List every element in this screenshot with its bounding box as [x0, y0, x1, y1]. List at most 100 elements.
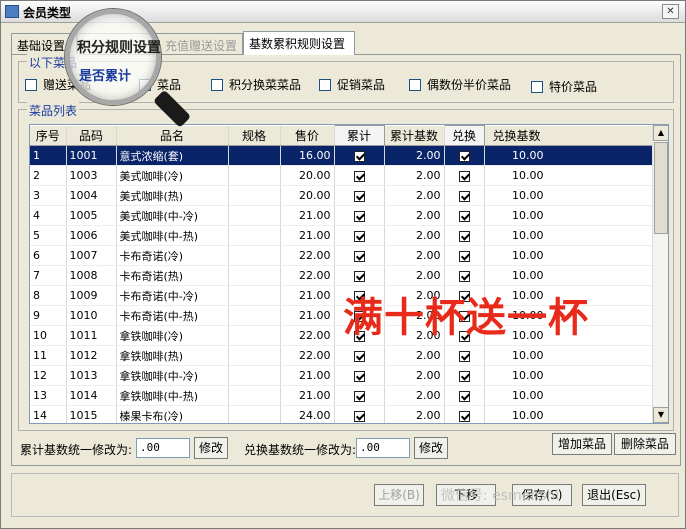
cell-seq: 3	[30, 185, 67, 206]
tab-recharge-gift[interactable]: 充值赠送设置	[77, 33, 243, 54]
checkbox-checked-icon	[458, 170, 470, 182]
cell-name: 卡布奇诺(中-热)	[116, 305, 229, 326]
col-header-exchange[interactable]: 兑换	[443, 125, 485, 146]
cell-exchange-checkbox[interactable]	[444, 345, 485, 366]
cell-accumulate-checkbox[interactable]	[334, 385, 385, 406]
grid-scrollbar[interactable]: ▲ ▼	[652, 125, 668, 423]
cell-accumulate-checkbox[interactable]	[334, 225, 385, 246]
even-half-price-checkbox[interactable]: 偶数份半价菜品	[409, 76, 511, 93]
table-row[interactable]: 7 1008 卡布奇诺(热) 22.00 2.00 10.00	[30, 265, 655, 286]
cell-exchange-checkbox[interactable]	[444, 185, 485, 206]
add-dish-button[interactable]: 增加菜品	[552, 433, 612, 455]
checkbox-checked-icon	[353, 390, 365, 402]
gift-dishes-checkbox[interactable]: 赠送菜品	[25, 76, 91, 93]
dishes-checkbox[interactable]: 菜品	[139, 76, 181, 93]
cell-accumulate-checkbox[interactable]	[334, 365, 385, 386]
cell-seq: 6	[30, 245, 67, 266]
table-row[interactable]: 3 1004 美式咖啡(热) 20.00 2.00 10.00	[30, 185, 655, 206]
checkbox-checked-icon	[353, 210, 365, 222]
filter-group: 以下菜品 赠送菜品 菜品 积分换菜菜品 促销菜品 偶数份半价菜品 特价菜品	[18, 54, 674, 103]
cell-accumulate-checkbox[interactable]	[334, 145, 385, 166]
table-row[interactable]: 2 1003 美式咖啡(冷) 20.00 2.00 10.00	[30, 165, 655, 186]
promo-dishes-checkbox[interactable]: 促销菜品	[319, 76, 385, 93]
move-up-button[interactable]: 上移(B)	[374, 484, 424, 506]
cell-name: 拿铁咖啡(冷)	[116, 325, 229, 346]
col-header-price: 售价	[280, 125, 335, 146]
table-row[interactable]: 5 1006 美式咖啡(中-热) 21.00 2.00 10.00	[30, 225, 655, 246]
acc-base-modify-button[interactable]: 修改	[194, 437, 228, 459]
close-button[interactable]: ✕	[662, 4, 679, 19]
cell-exch-base: 10.00	[484, 165, 655, 186]
cell-exchange-checkbox[interactable]	[444, 365, 485, 386]
checkbox-checked-icon	[458, 370, 470, 382]
cell-code: 1011	[66, 325, 117, 346]
cell-seq: 9	[30, 305, 67, 326]
special-price-checkbox[interactable]: 特价菜品	[531, 78, 597, 95]
scroll-down-icon[interactable]: ▼	[653, 407, 668, 423]
cell-accumulate-checkbox[interactable]	[334, 245, 385, 266]
cell-accumulate-checkbox[interactable]	[334, 265, 385, 286]
cell-accumulate-checkbox[interactable]	[334, 405, 385, 423]
delete-dish-button[interactable]: 删除菜品	[614, 433, 676, 455]
cell-exchange-checkbox[interactable]	[444, 225, 485, 246]
cell-code: 1009	[66, 285, 117, 306]
scroll-thumb[interactable]	[654, 142, 668, 234]
exit-button[interactable]: 退出(Esc)	[582, 484, 646, 506]
table-row[interactable]: 6 1007 卡布奇诺(冷) 22.00 2.00 10.00	[30, 245, 655, 266]
cell-name: 拿铁咖啡(中-热)	[116, 385, 229, 406]
cell-accumulate-checkbox[interactable]	[334, 205, 385, 226]
cell-exch-base: 10.00	[484, 385, 655, 406]
table-row[interactable]: 13 1014 拿铁咖啡(中-热) 21.00 2.00 10.00	[30, 385, 655, 406]
cell-name: 卡布奇诺(热)	[116, 265, 229, 286]
cell-spec	[228, 145, 281, 166]
cell-spec	[228, 345, 281, 366]
cell-name: 卡布奇诺(冷)	[116, 245, 229, 266]
cell-price: 20.00	[280, 165, 335, 186]
cell-seq: 5	[30, 225, 67, 246]
cell-exchange-checkbox[interactable]	[444, 245, 485, 266]
cell-price: 22.00	[280, 325, 335, 346]
cell-spec	[228, 225, 281, 246]
dish-table: 序号 品码 品名 规格 售价 累计 累计基数 兑换 兑换基数 1 1001 意式浓缩…	[30, 125, 655, 423]
scroll-up-icon[interactable]: ▲	[653, 125, 668, 141]
tab-points-rules[interactable]: 基数累积规则设置	[243, 31, 355, 55]
cell-accumulate-checkbox[interactable]	[334, 185, 385, 206]
acc-base-input[interactable]: .00	[136, 438, 190, 458]
tab-panel: 以下菜品 赠送菜品 菜品 积分换菜菜品 促销菜品 偶数份半价菜品 特价菜品 菜品…	[11, 54, 681, 466]
table-row[interactable]: 4 1005 美式咖啡(中-冷) 21.00 2.00 10.00	[30, 205, 655, 226]
exch-base-modify-button[interactable]: 修改	[414, 437, 448, 459]
cell-exchange-checkbox[interactable]	[444, 165, 485, 186]
close-icon: ✕	[666, 6, 675, 17]
table-row[interactable]: 14 1015 榛果卡布(冷) 24.00 2.00 10.00	[30, 405, 655, 423]
cell-exchange-checkbox[interactable]	[444, 205, 485, 226]
points-exchange-checkbox[interactable]: 积分换菜菜品	[211, 76, 301, 93]
cell-code: 1012	[66, 345, 117, 366]
cell-acc-base: 2.00	[384, 205, 445, 226]
col-header-exch-base: 兑换基数	[484, 125, 655, 146]
cell-seq: 13	[30, 385, 67, 406]
cell-exchange-checkbox[interactable]	[444, 385, 485, 406]
cell-exchange-checkbox[interactable]	[444, 405, 485, 423]
cell-exchange-checkbox[interactable]	[444, 145, 485, 166]
checkbox-checked-icon	[353, 250, 365, 262]
exch-base-input[interactable]: .00	[356, 438, 410, 458]
col-header-spec: 规格	[228, 125, 281, 146]
cell-code: 1010	[66, 305, 117, 326]
checkbox-checked-icon	[353, 350, 365, 362]
checkbox-checked-icon	[353, 190, 365, 202]
dish-list-group: 菜品列表 序号 品码 品名 规格 售价 累计 累计基数 兑换 兑换基数 1 10…	[18, 102, 674, 431]
table-header-row: 序号 品码 品名 规格 售价 累计 累计基数 兑换 兑换基数	[30, 125, 655, 146]
cell-seq: 2	[30, 165, 67, 186]
tab-basic-settings[interactable]: 基础设置	[11, 33, 77, 54]
table-row[interactable]: 12 1013 拿铁咖啡(中-冷) 21.00 2.00 10.00	[30, 365, 655, 386]
checkbox-checked-icon	[458, 250, 470, 262]
cell-price: 20.00	[280, 185, 335, 206]
cell-accumulate-checkbox[interactable]	[334, 165, 385, 186]
promo-overlay-text: 满十杯送一杯	[343, 294, 589, 341]
cell-exchange-checkbox[interactable]	[444, 265, 485, 286]
cell-accumulate-checkbox[interactable]	[334, 345, 385, 366]
table-row[interactable]: 1 1001 意式浓缩(套) 16.00 2.00 10.00	[30, 145, 655, 166]
col-header-accumulate[interactable]: 累计	[333, 125, 385, 146]
table-row[interactable]: 11 1012 拿铁咖啡(热) 22.00 2.00 10.00	[30, 345, 655, 366]
cell-seq: 11	[30, 345, 67, 366]
